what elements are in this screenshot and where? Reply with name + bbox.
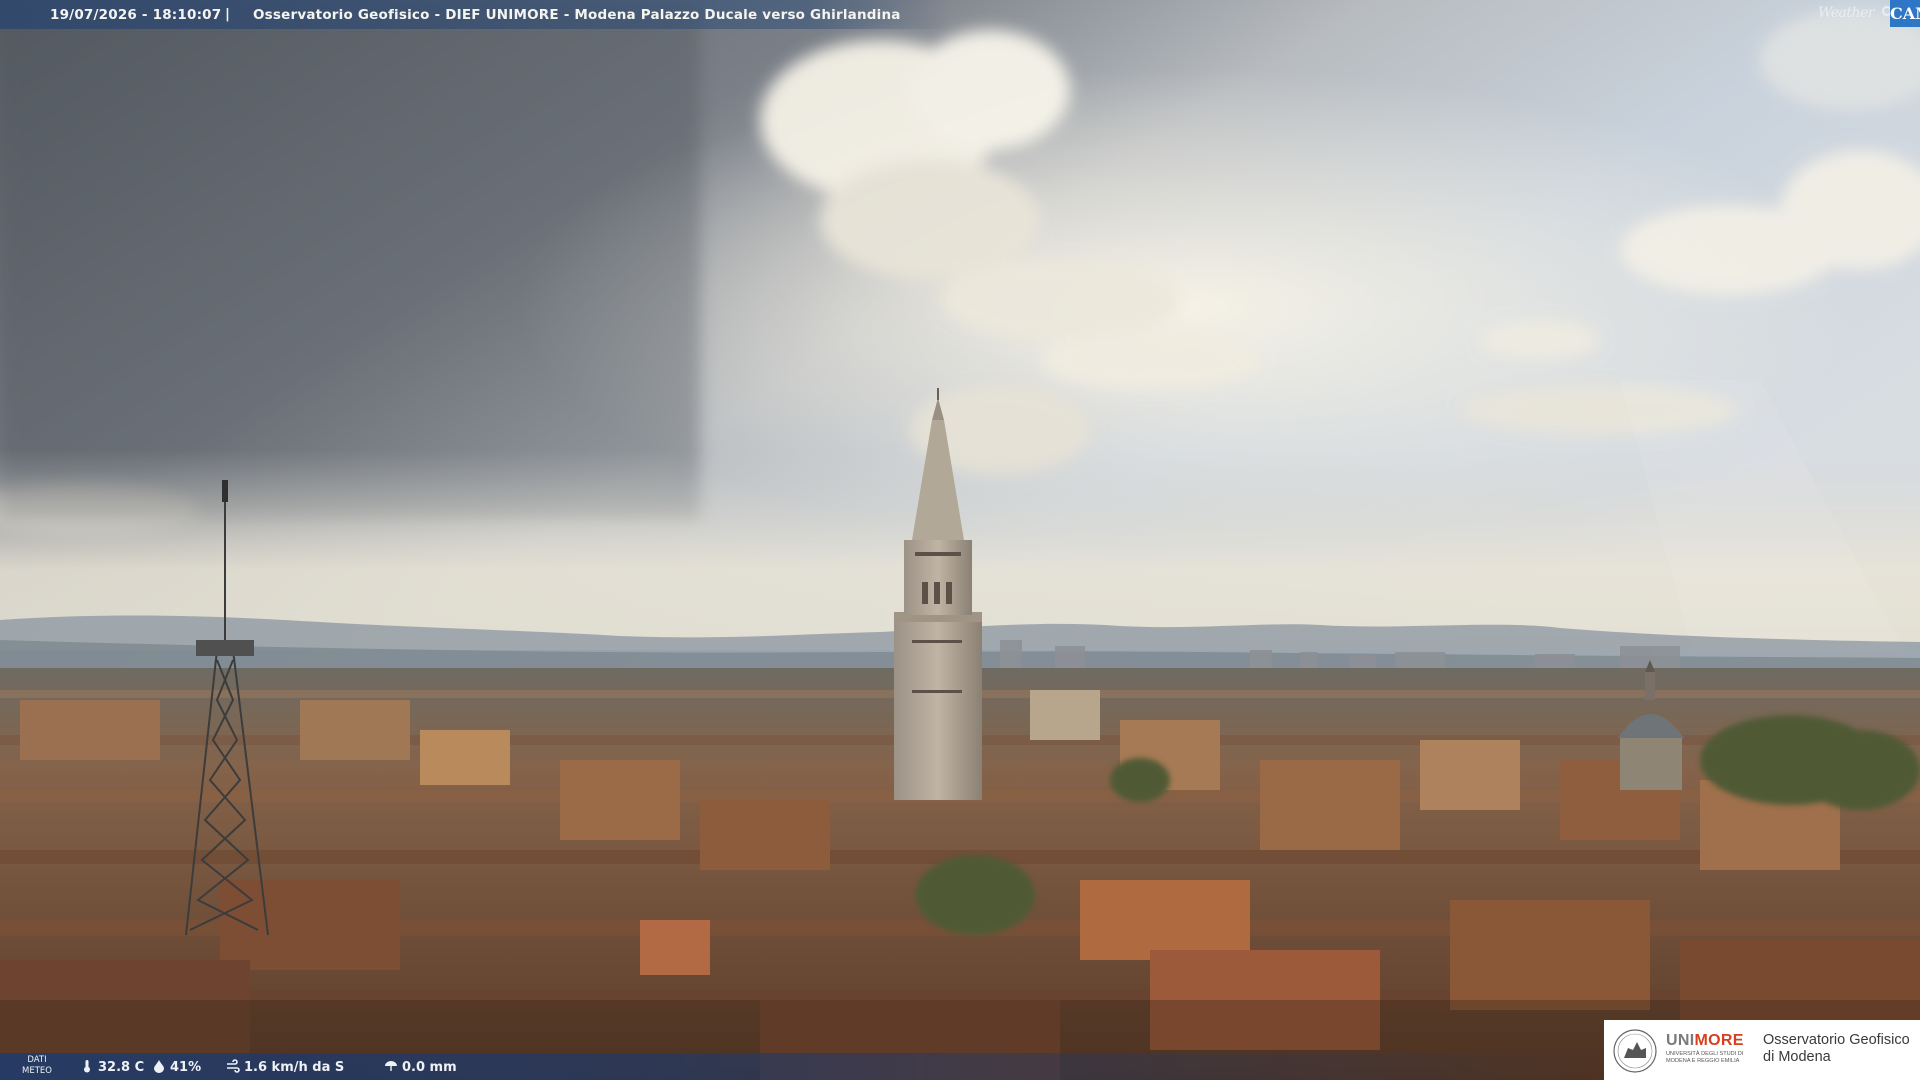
caption-separator: | [225,6,231,22]
weathercam-logo-text: Weather [1818,5,1875,21]
caption-bar: 19/07/2026 - 18:10:07 | Osservatorio Geo… [0,0,950,29]
rain-icon [385,1061,397,1071]
rain-reading: 0.0 mm [384,1059,457,1075]
unimore-wordmark: UNIMORE [1666,1032,1744,1049]
camera-title: Osservatorio Geofisico - DIEF UNIMORE - … [253,7,901,23]
meteo-label: DATI METEO [22,1055,52,1076]
humidity-drop-icon [154,1060,164,1073]
timestamp: 19/07/2026 - 18:10:07 [50,7,222,23]
unimore-logo: UNIMORE UNIVERSITÀ DEGLI STUDI DI MODENA… [1604,1020,1920,1080]
wind-reading: 1.6 km/h da S [226,1059,344,1075]
meteo-data-bar: DATI METEO 32.8 C 41% 1.6 km/h da S 0.0 … [0,1053,1620,1080]
modena-skyline-photo [0,0,1920,1080]
wind-icon [227,1059,240,1073]
thermometer-icon [84,1060,90,1073]
observatory-name: Osservatorio Geofisico di Modena [1763,1032,1910,1065]
unimore-subtitle: UNIVERSITÀ DEGLI STUDI DI MODENA E REGGI… [1666,1051,1744,1064]
weathercam-logo: Weather CAM [1818,0,1920,27]
weathercam-logo-cam: CAM [1890,0,1920,27]
humidity-reading: 41% [152,1059,201,1075]
temperature-reading: 32.8 C [80,1059,144,1075]
webcam-view: 19/07/2026 - 18:10:07 | Osservatorio Geo… [0,0,1920,1080]
unimore-seal-icon [1613,1029,1657,1073]
